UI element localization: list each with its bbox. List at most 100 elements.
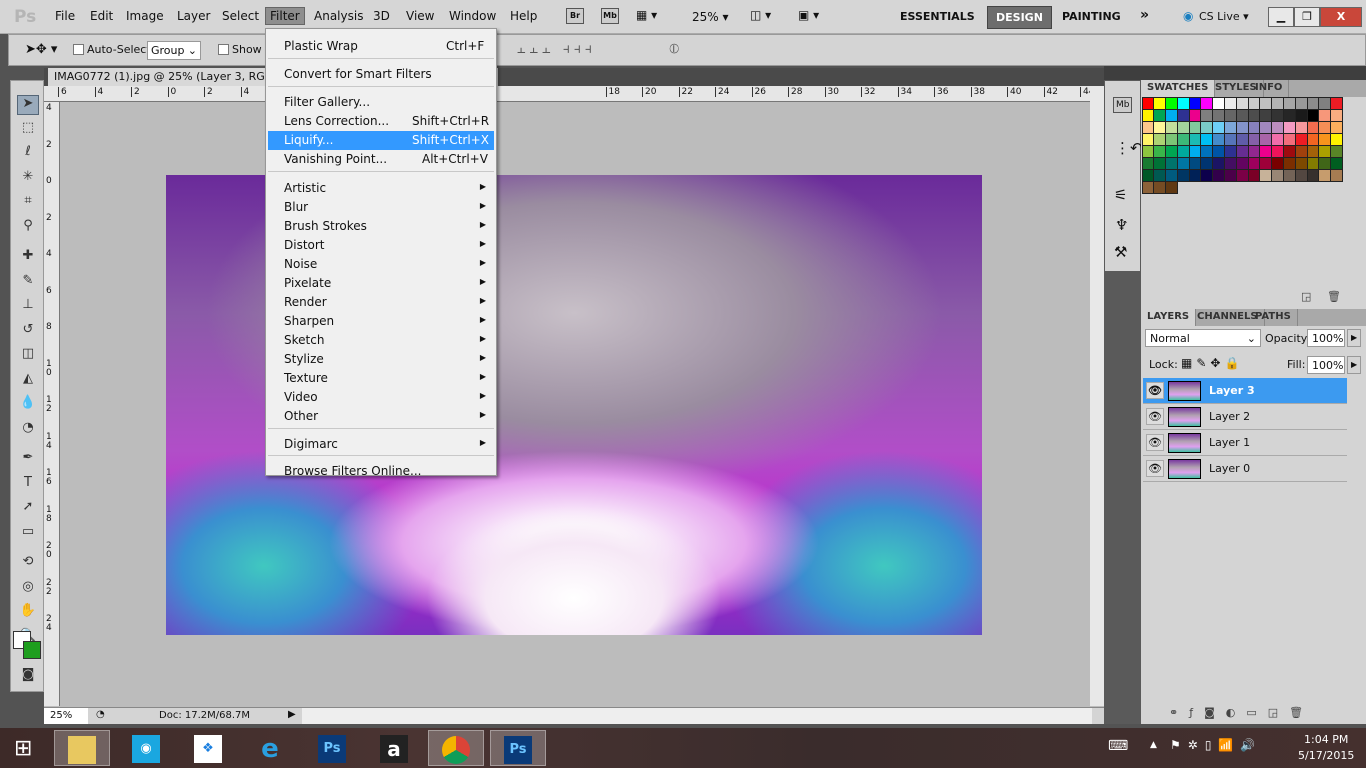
menu-item-convert-for-smart-filters[interactable]: Convert for Smart Filters: [268, 65, 494, 84]
menu-item-noise[interactable]: Noise ▶: [268, 255, 494, 274]
pen-tool-icon[interactable]: ✒: [17, 450, 39, 470]
clone-stamp-icon[interactable]: ⊥: [17, 297, 39, 317]
menu-edit[interactable]: Edit: [90, 9, 113, 23]
clock-time[interactable]: 1:04 PM: [1304, 733, 1348, 746]
taskbar-file-explorer[interactable]: [54, 730, 110, 766]
menu-file[interactable]: File: [55, 9, 75, 23]
visibility-eye-icon[interactable]: 👁: [1146, 434, 1164, 451]
menu-item-lens-correction[interactable]: Lens Correction... Shift+Ctrl+R: [268, 112, 494, 131]
brush-tool-icon[interactable]: ✎: [17, 273, 39, 293]
new-swatch-icon[interactable]: ◲: [1301, 290, 1311, 303]
brush-presets-icon[interactable]: ⚟: [1114, 186, 1127, 204]
menu-item-vanishing-point[interactable]: Vanishing Point... Alt+Ctrl+V: [268, 150, 494, 169]
eraser-tool-icon[interactable]: ◫: [17, 346, 39, 366]
color-swatch[interactable]: [1165, 180, 1178, 194]
menu-item-other[interactable]: Other ▶: [268, 407, 494, 426]
menu-item-artistic[interactable]: Artistic ▶: [268, 179, 494, 198]
history-brush-icon[interactable]: ↺: [17, 322, 39, 342]
layers-footer-buttons[interactable]: ⚭ƒ◙◐▭◲🗑: [1169, 706, 1314, 719]
menu-3d[interactable]: 3D: [373, 9, 390, 23]
taskbar-internet-explorer[interactable]: e: [242, 730, 298, 766]
menu-item-render[interactable]: Render ▶: [268, 293, 494, 312]
cs-live-button[interactable]: CS Live ▾: [1199, 10, 1249, 23]
quick-select-tool-icon[interactable]: ✳: [17, 169, 39, 189]
clock-date[interactable]: 5/17/2015: [1298, 749, 1354, 762]
menu-help[interactable]: Help: [510, 9, 537, 23]
menu-select[interactable]: Select: [222, 9, 259, 23]
visibility-eye-icon[interactable]: 👁: [1146, 408, 1164, 425]
restore-button[interactable]: ❐: [1294, 7, 1320, 27]
vertical-scrollbar[interactable]: [1090, 86, 1104, 706]
menu-filter[interactable]: Filter: [265, 7, 305, 25]
visibility-eye-icon[interactable]: 👁: [1146, 460, 1164, 477]
menu-item-plastic-wrap[interactable]: Plastic Wrap Ctrl+F: [268, 37, 494, 56]
opacity-slider-button[interactable]: ▶: [1347, 329, 1361, 347]
visibility-eye-icon[interactable]: 👁: [1146, 382, 1164, 399]
zoom-field[interactable]: 25%: [44, 708, 88, 724]
menu-item-video[interactable]: Video ▶: [268, 388, 494, 407]
extras-icon[interactable]: ▦ ▾: [636, 8, 657, 22]
paint-bucket-icon[interactable]: ◭: [17, 371, 39, 391]
workspace-essentials[interactable]: ESSENTIALS: [900, 10, 975, 23]
tab-paths[interactable]: PATHS: [1249, 309, 1298, 326]
align-buttons[interactable]: ⫠⫠⫠ ⫞⫞⫞: [517, 41, 596, 57]
menu-item-stylize[interactable]: Stylize ▶: [268, 350, 494, 369]
hand-tool-icon[interactable]: ✋: [17, 603, 39, 623]
layer-row[interactable]: 👁 Layer 1: [1143, 430, 1347, 456]
close-button[interactable]: X: [1320, 7, 1362, 27]
delete-swatch-icon[interactable]: 🗑: [1327, 290, 1341, 303]
menu-item-sharpen[interactable]: Sharpen ▶: [268, 312, 494, 331]
lock-icons[interactable]: ▦✎✥🔒: [1181, 356, 1243, 370]
arrange-documents-icon[interactable]: ◫ ▾: [750, 8, 771, 22]
mini-bridge-button[interactable]: Mb: [601, 8, 619, 24]
menu-item-digimarc[interactable]: Digimarc ▶: [268, 435, 494, 454]
3d-rotate-icon[interactable]: ⟲: [17, 554, 39, 574]
screen-mode-icon[interactable]: ▣ ▾: [798, 8, 819, 22]
show-hidden-icons[interactable]: ▲: [1150, 740, 1157, 750]
tool-presets-icon[interactable]: ⚒: [1114, 243, 1127, 261]
mini-bridge-icon[interactable]: Mb: [1113, 97, 1133, 113]
taskbar-video-app[interactable]: ◉: [118, 730, 174, 766]
status-menu-arrow[interactable]: ▶: [288, 709, 296, 720]
type-tool-icon[interactable]: T: [17, 475, 39, 495]
menu-view[interactable]: View: [406, 9, 434, 23]
auto-select-dropdown[interactable]: Group ⌄: [147, 41, 201, 60]
tab-swatches[interactable]: SWATCHES: [1141, 80, 1216, 97]
3d-orbit-icon[interactable]: ◎: [17, 579, 39, 599]
horizontal-scrollbar[interactable]: [302, 708, 1092, 724]
marquee-tool-icon[interactable]: ⬚: [17, 120, 39, 140]
tab-info[interactable]: INFO: [1249, 80, 1290, 97]
auto-align-icon[interactable]: ⦶: [669, 41, 679, 57]
system-tray-icons[interactable]: ⚑✲▯📶🔊: [1170, 738, 1262, 752]
move-tool-icon[interactable]: ➤: [17, 95, 39, 115]
start-button[interactable]: ⊞: [14, 736, 32, 761]
healing-brush-icon[interactable]: ✚: [17, 248, 39, 268]
move-tool-preset-icon[interactable]: ➤✥ ▾: [25, 42, 57, 57]
menu-layer[interactable]: Layer: [177, 9, 210, 23]
show-transform-checkbox[interactable]: [218, 44, 229, 58]
path-select-icon[interactable]: ➚: [17, 499, 39, 519]
taskbar-chrome[interactable]: [428, 730, 484, 766]
eyedropper-tool-icon[interactable]: ⚲: [17, 218, 39, 238]
menu-item-pixelate[interactable]: Pixelate ▶: [268, 274, 494, 293]
taskbar-amazon[interactable]: a: [366, 730, 422, 766]
lasso-tool-icon[interactable]: ℓ: [17, 144, 39, 164]
clone-source-icon[interactable]: ♆: [1115, 216, 1128, 234]
menu-item-distort[interactable]: Distort ▶: [268, 236, 494, 255]
crop-tool-icon[interactable]: ⌗: [17, 193, 39, 213]
menu-analysis[interactable]: Analysis: [314, 9, 363, 23]
menu-item-sketch[interactable]: Sketch ▶: [268, 331, 494, 350]
menu-item-brush-strokes[interactable]: Brush Strokes ▶: [268, 217, 494, 236]
zoom-level-dropdown[interactable]: 25% ▾: [692, 10, 729, 24]
menu-window[interactable]: Window: [449, 9, 496, 23]
workspace-design[interactable]: DESIGN: [987, 6, 1052, 29]
taskbar-photoshop[interactable]: Ps: [304, 730, 360, 766]
workspace-painting[interactable]: PAINTING: [1062, 10, 1121, 23]
dodge-tool-icon[interactable]: ◔: [17, 420, 39, 440]
tab-layers[interactable]: LAYERS: [1141, 309, 1197, 326]
menu-item-texture[interactable]: Texture ▶: [268, 369, 494, 388]
history-icon[interactable]: ⋮↶: [1115, 139, 1143, 157]
bridge-button[interactable]: Br: [566, 8, 584, 24]
fill-slider-button[interactable]: ▶: [1347, 356, 1361, 374]
menu-item-blur[interactable]: Blur ▶: [268, 198, 494, 217]
